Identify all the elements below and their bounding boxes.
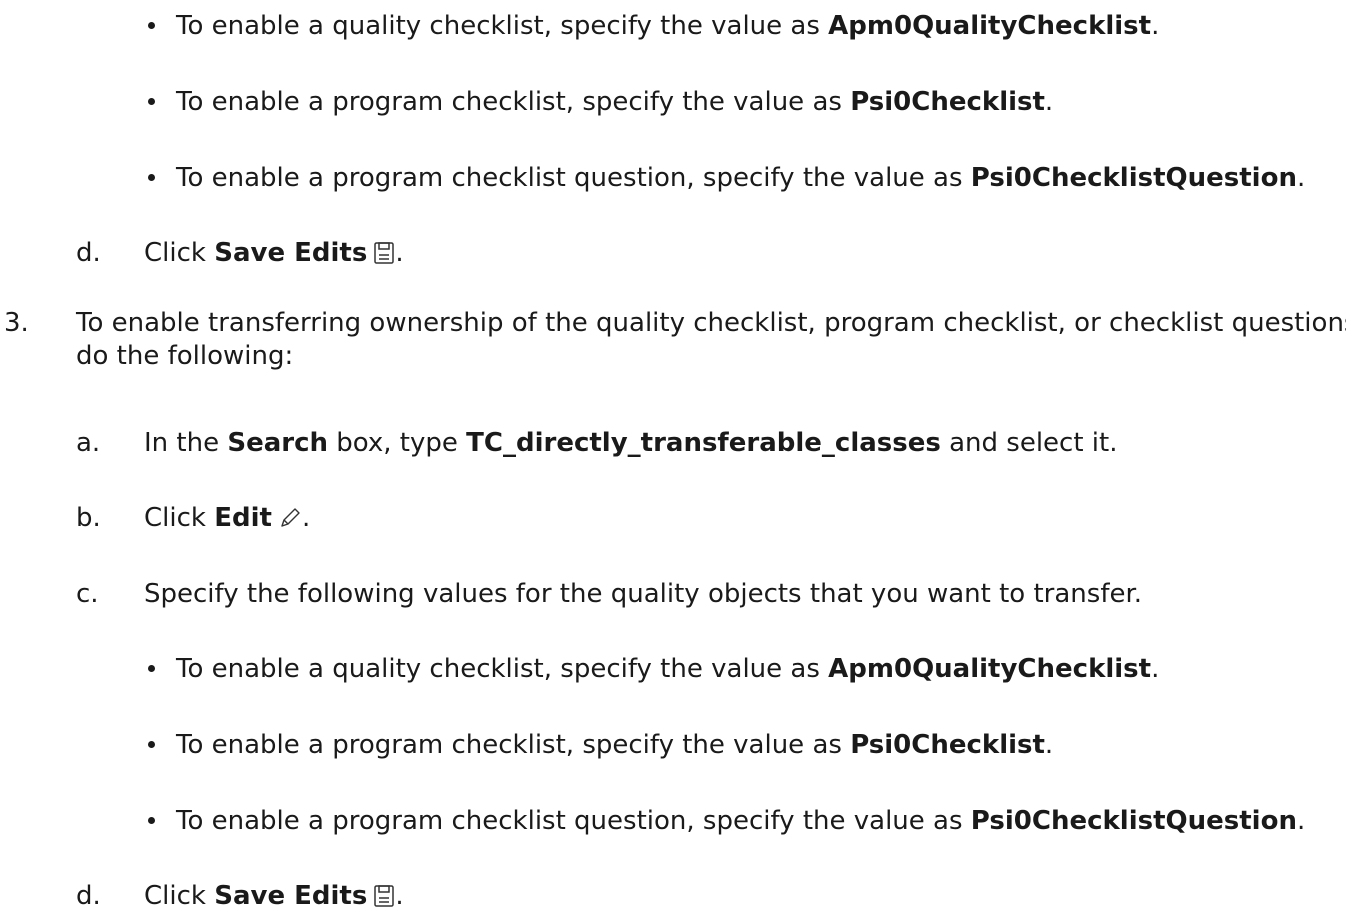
step-marker: b. bbox=[76, 503, 101, 533]
step-marker: d. bbox=[76, 881, 101, 911]
list-item: To enable a program checklist question, … bbox=[176, 163, 1306, 193]
bullet-marker bbox=[148, 22, 155, 29]
bullet-marker bbox=[148, 817, 155, 824]
step-3-text: To enable transferring ownership of the … bbox=[76, 308, 1346, 338]
save-icon bbox=[373, 239, 395, 275]
bullet-marker bbox=[148, 174, 155, 181]
step-marker: a. bbox=[76, 428, 101, 458]
step-d-save-edits: Click Save Edits. bbox=[144, 878, 404, 918]
step-3-text-cont: do the following: bbox=[76, 341, 294, 371]
pencil-icon bbox=[278, 504, 302, 540]
step-d-save-edits: Click Save Edits. bbox=[144, 235, 404, 275]
list-item: To enable a quality checklist, specify t… bbox=[176, 11, 1160, 41]
list-item: To enable a program checklist question, … bbox=[176, 806, 1306, 836]
step-marker: d. bbox=[76, 238, 101, 268]
step-b-edit: Click Edit. bbox=[144, 500, 310, 540]
bullet-marker bbox=[148, 98, 155, 105]
step-marker: 3. bbox=[4, 308, 29, 338]
bullet-marker bbox=[148, 741, 155, 748]
step-a-search: In the Search box, type TC_directly_tran… bbox=[144, 428, 1118, 458]
list-item: To enable a program checklist, specify t… bbox=[176, 87, 1054, 117]
step-c-text: Specify the following values for the qua… bbox=[144, 579, 1143, 609]
list-item: To enable a quality checklist, specify t… bbox=[176, 654, 1160, 684]
bullet-marker bbox=[148, 665, 155, 672]
save-icon bbox=[373, 882, 395, 918]
list-item: To enable a program checklist, specify t… bbox=[176, 730, 1054, 760]
step-marker: c. bbox=[76, 579, 99, 609]
